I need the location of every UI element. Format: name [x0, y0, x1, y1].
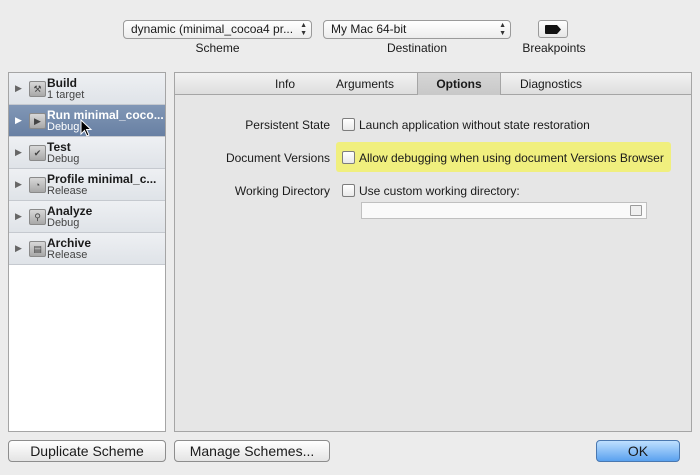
disclosure-triangle-icon[interactable]: ▶ — [15, 211, 22, 222]
sidebar-item-subtitle: Debug — [47, 121, 80, 133]
sidebar-item-subtitle: Release — [47, 249, 88, 261]
tab-bar: Info Arguments Options Diagnostics — [175, 73, 691, 95]
working-directory-label: Working Directory — [234, 184, 330, 198]
toolbar: dynamic (minimal_cocoa4 pr... ▲ ▼ Scheme … — [0, 0, 700, 62]
folder-icon[interactable] — [630, 205, 642, 216]
sidebar-item-title: Build — [47, 76, 77, 90]
hammer-icon: ⚒ — [29, 81, 46, 97]
custom-working-directory-checkbox[interactable] — [342, 184, 355, 197]
breakpoints-button[interactable] — [538, 20, 568, 38]
breakpoint-icon — [545, 25, 561, 34]
scheme-popup-value: dynamic (minimal_cocoa4 pr... — [131, 22, 294, 36]
manage-schemes-button[interactable]: Manage Schemes... — [174, 440, 330, 462]
sidebar-item-profile[interactable]: ▶ ◔ Profile minimal_c... Release — [9, 169, 165, 201]
analyze-icon: ⚲ — [29, 209, 46, 225]
sidebar-item-subtitle: Debug — [47, 217, 80, 229]
scheme-label: Scheme — [195, 41, 240, 55]
launch-without-state-text: Launch application without state restora… — [359, 118, 590, 132]
working-directory-field[interactable] — [361, 202, 647, 219]
allow-versions-debugging-text: Allow debugging when using document Vers… — [359, 151, 664, 165]
allow-versions-debugging-checkbox[interactable] — [342, 151, 355, 164]
scheme-popup[interactable]: dynamic (minimal_cocoa4 pr... ▲ ▼ — [123, 20, 312, 39]
popup-arrows-icon: ▲ ▼ — [499, 22, 506, 37]
sidebar-item-analyze[interactable]: ▶ ⚲ Analyze Debug — [9, 201, 165, 233]
sidebar-item-title: Test — [47, 140, 71, 154]
sidebar-item-title: Profile minimal_c... — [47, 172, 157, 186]
sidebar-item-archive[interactable]: ▶ ▤ Archive Release — [9, 233, 165, 265]
sidebar-item-subtitle: Debug — [47, 153, 80, 165]
duplicate-scheme-button[interactable]: Duplicate Scheme — [8, 440, 166, 462]
disclosure-triangle-icon[interactable]: ▶ — [15, 243, 22, 254]
mouse-cursor-icon — [80, 119, 93, 137]
disclosure-triangle-icon[interactable]: ▶ — [15, 147, 22, 158]
sidebar-item-subtitle: Release — [47, 185, 88, 197]
destination-label: Destination — [386, 41, 448, 55]
custom-working-directory-text: Use custom working directory: — [359, 184, 520, 198]
sidebar-item-title: Archive — [47, 236, 92, 250]
ok-button[interactable]: OK — [596, 440, 680, 462]
persistent-state-label: Persistent State — [245, 118, 330, 132]
sidebar-item-title: Run minimal_coco... — [47, 108, 164, 122]
document-versions-label: Document Versions — [225, 151, 330, 165]
breakpoints-label: Breakpoints — [522, 41, 586, 55]
disclosure-triangle-icon[interactable]: ▶ — [15, 83, 22, 94]
tab-diagnostics[interactable]: Diagnostics — [507, 73, 595, 95]
test-icon: ✔ — [29, 145, 46, 161]
run-icon: ▶ — [29, 113, 46, 129]
sidebar-item-title: Analyze — [47, 204, 93, 218]
sidebar-item-build[interactable]: ▶ ⚒ Build 1 target — [9, 73, 165, 105]
tab-options[interactable]: Options — [417, 73, 501, 95]
launch-without-state-checkbox[interactable] — [342, 118, 355, 131]
tab-info[interactable]: Info — [255, 73, 315, 95]
popup-arrows-icon: ▲ ▼ — [300, 22, 307, 37]
sidebar-item-test[interactable]: ▶ ✔ Test Debug — [9, 137, 165, 169]
tab-arguments[interactable]: Arguments — [325, 73, 405, 95]
profile-icon: ◔ — [29, 177, 46, 193]
sidebar-item-subtitle: 1 target — [47, 89, 85, 101]
archive-icon: ▤ — [29, 241, 46, 257]
disclosure-triangle-icon[interactable]: ▶ — [15, 179, 22, 190]
destination-popup-value: My Mac 64-bit — [331, 22, 407, 36]
disclosure-triangle-icon[interactable]: ▶ — [15, 115, 22, 126]
destination-popup[interactable]: My Mac 64-bit ▲ ▼ — [323, 20, 511, 39]
